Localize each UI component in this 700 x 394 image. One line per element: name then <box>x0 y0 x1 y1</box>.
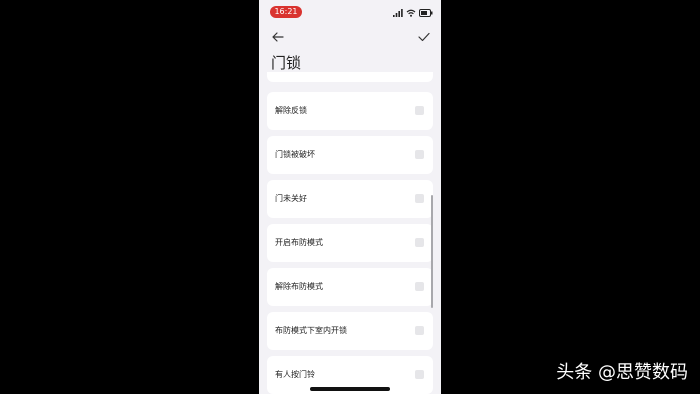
option-label: 开启布防模式 <box>275 238 323 247</box>
option-checkbox[interactable] <box>415 106 424 115</box>
wifi-icon <box>406 9 416 17</box>
option-label: 门锁被破坏 <box>275 150 315 159</box>
option-indoor-unlock-armed[interactable]: 布防模式下室内开锁 <box>267 312 433 350</box>
option-checkbox[interactable] <box>415 282 424 291</box>
option-label: 布防模式下室内开锁 <box>275 326 347 335</box>
option-door-not-closed[interactable]: 门未关好 <box>267 180 433 218</box>
battery-icon <box>419 9 433 17</box>
page-title: 门锁 <box>271 54 302 72</box>
status-time: 16:21 <box>270 6 302 18</box>
option-checkbox[interactable] <box>415 370 424 379</box>
option-label: 解除布防模式 <box>275 282 323 291</box>
status-bar: 16:21 <box>259 0 441 22</box>
option-checkbox[interactable] <box>415 194 424 203</box>
status-icons <box>393 8 433 18</box>
scrollbar[interactable] <box>431 195 433 308</box>
phone-screen: 16:21 门锁 解除反锁 门锁被破坏 门未关好 开启布防模式 解除布防模式 布… <box>259 0 441 394</box>
option-checkbox[interactable] <box>415 326 424 335</box>
back-arrow-icon[interactable] <box>271 30 285 44</box>
list-card-top-fragment <box>267 72 433 82</box>
option-label: 门未关好 <box>275 194 307 203</box>
confirm-check-icon[interactable] <box>417 30 431 44</box>
option-unlock-deadbolt[interactable]: 解除反锁 <box>267 92 433 130</box>
option-label: 解除反锁 <box>275 106 307 115</box>
option-lock-damaged[interactable]: 门锁被破坏 <box>267 136 433 174</box>
option-arm-mode-on[interactable]: 开启布防模式 <box>267 224 433 262</box>
signal-icon <box>393 9 403 17</box>
option-label: 有人按门铃 <box>275 370 315 379</box>
watermark: 头条 @思赞数码 <box>556 362 688 383</box>
option-checkbox[interactable] <box>415 238 424 247</box>
option-arm-mode-off[interactable]: 解除布防模式 <box>267 268 433 306</box>
option-checkbox[interactable] <box>415 150 424 159</box>
home-indicator[interactable] <box>310 387 390 391</box>
nav-bar <box>259 28 441 48</box>
